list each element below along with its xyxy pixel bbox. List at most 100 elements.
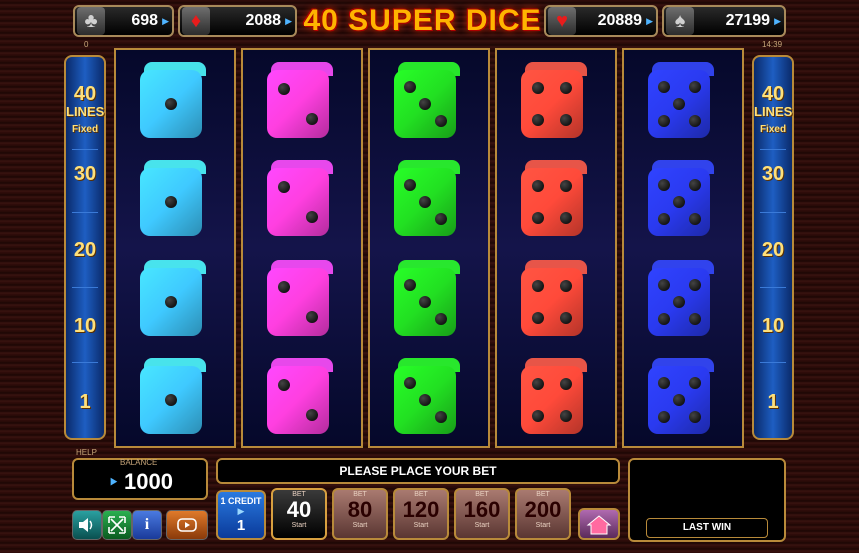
line-marker: 20 — [761, 239, 785, 261]
die-pip — [657, 313, 670, 325]
arrow-icon: ▶ — [646, 15, 653, 26]
line-marker: 10 — [73, 315, 97, 337]
die-pip — [560, 280, 573, 293]
die-pip — [657, 279, 670, 291]
die-pip — [531, 311, 544, 324]
reel-3 — [368, 48, 490, 448]
jackpot-value: 20889 — [597, 12, 643, 29]
die-2 — [267, 358, 333, 434]
die-pip — [278, 83, 291, 96]
diamonds-icon: ♦ — [182, 7, 210, 35]
jackpot-hearts: ♥ 20889 ▶ — [544, 5, 658, 37]
die-pip — [278, 281, 291, 294]
clock: 14:39 — [762, 40, 783, 49]
die-pip — [403, 279, 416, 291]
bet-button-200[interactable]: BET 200 Start — [515, 488, 571, 540]
die-pip — [531, 378, 544, 391]
autoplay-icon — [177, 518, 197, 532]
die-pip — [434, 411, 447, 423]
die-pip — [560, 82, 573, 95]
die-pip — [403, 179, 416, 191]
die-1 — [140, 160, 206, 236]
die-pip — [560, 311, 573, 324]
clubs-icon: ♣ — [77, 7, 105, 35]
die-pip — [305, 112, 318, 125]
autoplay-button[interactable] — [166, 510, 208, 540]
die-pip — [419, 394, 431, 406]
die-pip — [531, 82, 544, 95]
die-pip — [688, 179, 701, 191]
die-pip — [434, 115, 447, 127]
info-button[interactable]: i — [132, 510, 162, 540]
message-text: PLEASE PLACE YOUR BET — [339, 464, 497, 478]
die-pip — [531, 180, 544, 193]
reels-area — [114, 48, 744, 448]
die-pip — [165, 196, 177, 208]
die-3 — [394, 160, 460, 236]
credit-button[interactable]: 1 CREDIT ▶ 1 — [216, 490, 266, 540]
jackpot-value: 2088 — [245, 12, 282, 29]
die-pip — [688, 411, 701, 423]
spades-icon: ♠ — [666, 7, 694, 35]
die-pip — [657, 213, 670, 225]
die-pip — [278, 379, 291, 392]
die-pip — [688, 313, 701, 325]
die-pip — [560, 180, 573, 193]
die-pip — [657, 377, 670, 389]
die-pip — [688, 213, 701, 225]
lines-panel-right: 40 LINES Fixed 30 20 10 1 — [752, 55, 794, 440]
game-title: 40 SUPER DICE — [303, 4, 542, 37]
lines-panel-left: 40 LINES Fixed 30 20 10 1 — [64, 55, 106, 440]
die-pip — [657, 115, 670, 127]
arrow-icon: ▶ — [285, 15, 292, 26]
fullscreen-button[interactable] — [102, 510, 132, 540]
message-bar: PLEASE PLACE YOUR BET — [216, 458, 620, 484]
line-marker: 30 — [761, 163, 785, 185]
bet-button-40[interactable]: BET 40 Start — [271, 488, 327, 540]
sound-button[interactable] — [72, 510, 102, 540]
die-2 — [267, 62, 333, 138]
jackpot-clubs: ♣ 698 ▶ — [73, 5, 174, 37]
jackpot-diamonds: ♦ 2088 ▶ — [178, 5, 297, 37]
die-pip — [403, 81, 416, 93]
bet-button-80[interactable]: BET 80 Start — [332, 488, 388, 540]
die-4 — [521, 358, 587, 434]
die-pip — [673, 196, 685, 208]
home-button[interactable] — [578, 508, 620, 540]
line-marker: 1 — [79, 391, 91, 413]
die-5 — [648, 260, 714, 336]
info-icon: i — [144, 516, 150, 533]
lines-count: 40 LINES Fixed — [66, 83, 105, 135]
die-1 — [140, 358, 206, 434]
balance-panel: BALANCE ⯈ 1000 — [72, 458, 208, 500]
last-win-label: LAST WIN — [646, 518, 768, 538]
help-label[interactable]: HELP — [76, 448, 97, 457]
die-pip — [688, 115, 701, 127]
die-pip — [560, 378, 573, 391]
die-1 — [140, 62, 206, 138]
line-marker: 30 — [73, 163, 97, 185]
die-pip — [531, 409, 544, 422]
control-panel: HELP BALANCE ⯈ 1000 PLEASE PLACE YOUR BE… — [0, 448, 859, 553]
line-marker: 10 — [761, 315, 785, 337]
bet-button-160[interactable]: BET 160 Start — [454, 488, 510, 540]
jackpot-spades: ♠ 27199 ▶ — [662, 5, 786, 37]
die-pip — [403, 377, 416, 389]
die-pip — [305, 408, 318, 421]
die-pip — [531, 113, 544, 126]
die-pip — [434, 313, 447, 325]
credit-icon: ⯈ — [108, 474, 120, 490]
die-pip — [688, 279, 701, 291]
die-3 — [394, 260, 460, 336]
die-pip — [419, 196, 431, 208]
jackpot-value: 27199 — [725, 12, 771, 29]
die-3 — [394, 358, 460, 434]
hearts-icon: ♥ — [548, 7, 576, 35]
reel-4 — [495, 48, 617, 448]
die-pip — [419, 98, 431, 110]
reel-2 — [241, 48, 363, 448]
die-pip — [434, 213, 447, 225]
die-pip — [305, 210, 318, 223]
last-win-panel: LAST WIN — [628, 458, 786, 542]
bet-button-120[interactable]: BET 120 Start — [393, 488, 449, 540]
